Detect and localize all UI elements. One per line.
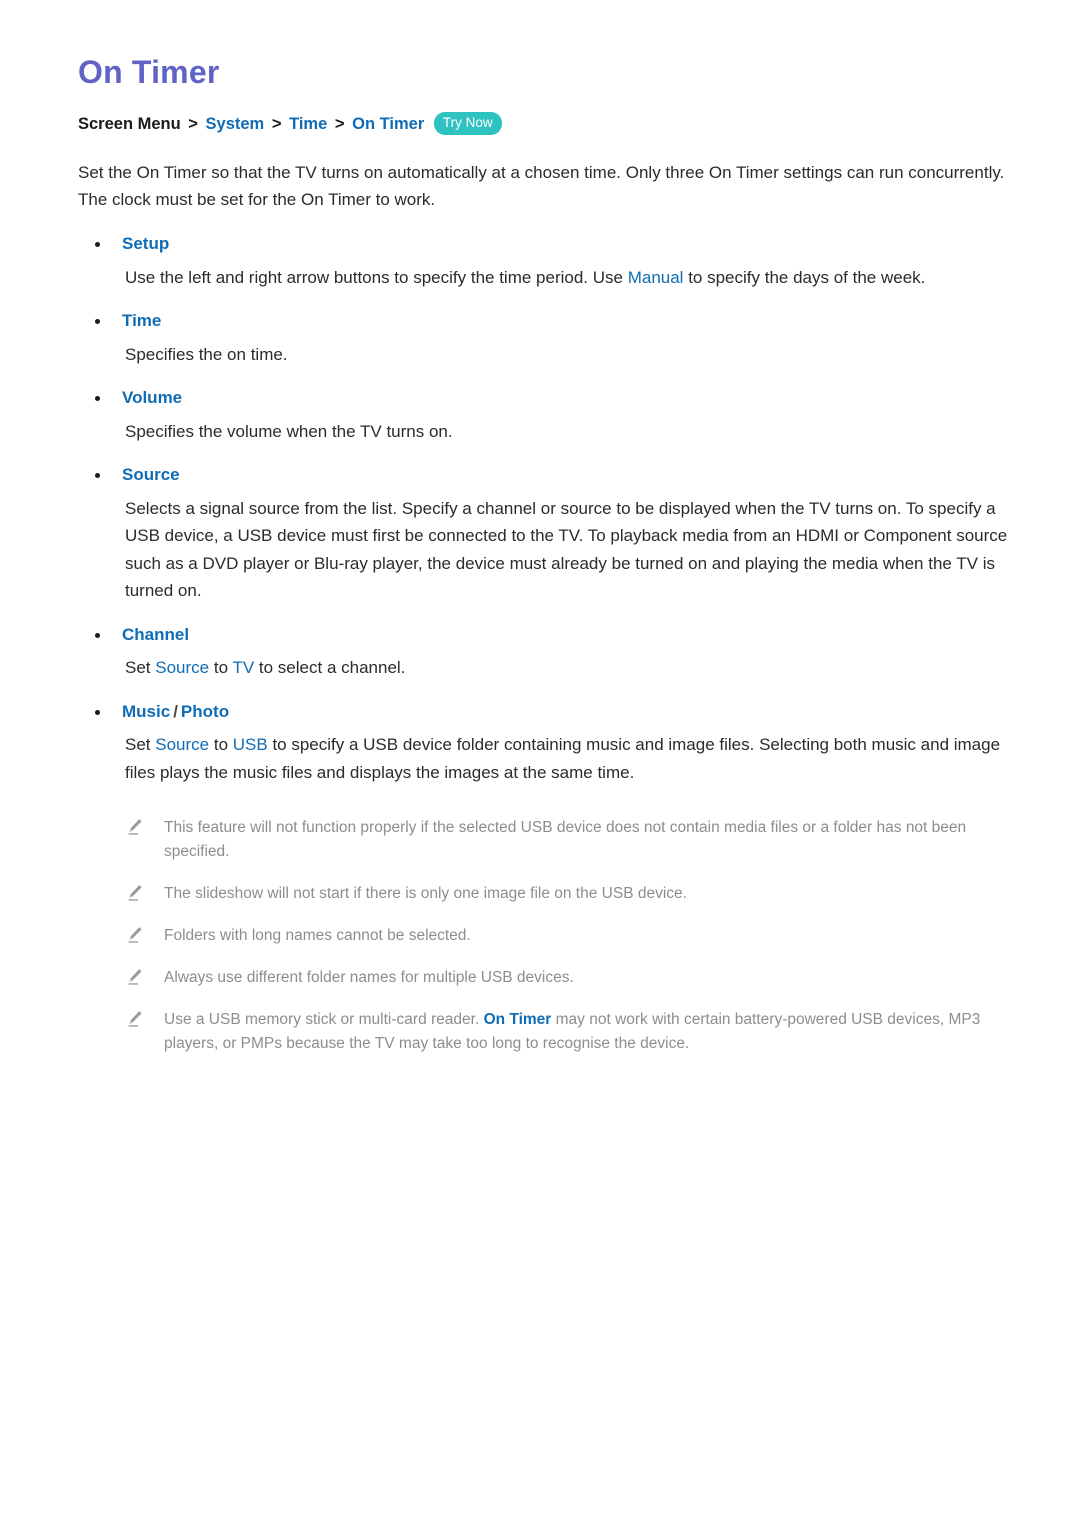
bullet-dot-icon <box>95 632 100 638</box>
body-text: Set <box>125 735 156 755</box>
breadcrumb-separator: > <box>188 115 198 134</box>
body-text: Set <box>125 658 156 678</box>
body-text: to <box>209 735 233 755</box>
section-heading-label: Time <box>122 311 162 331</box>
note-text: The slideshow will not start if there is… <box>164 885 687 903</box>
section-heading-label-photo: Photo <box>180 701 230 721</box>
section-body-channel: Set Source to TV to select a channel. <box>78 654 1008 682</box>
section-heading-label: Source <box>122 465 180 485</box>
bullet-dot-icon <box>95 396 100 402</box>
breadcrumb-root: Screen Menu <box>78 115 181 134</box>
pencil-icon <box>128 927 142 943</box>
breadcrumb-separator: > <box>271 115 282 134</box>
try-now-badge[interactable]: Try Now <box>433 112 502 135</box>
note-text: Folders with long names cannot be select… <box>164 927 471 945</box>
section-heading-label: Setup <box>122 234 170 253</box>
note-item: Always use different folder names for mu… <box>120 966 1008 990</box>
notes-list: This feature will not function properly … <box>78 816 1008 1056</box>
section-heading-music-photo: Music / Photo <box>78 699 1008 725</box>
section-heading-time: Time <box>78 308 1008 334</box>
pencil-icon <box>128 969 142 985</box>
section-heading-volume: Volume <box>78 385 1008 411</box>
section-music-photo: Music / Photo Set Source to USB to specify… <box>78 699 1008 787</box>
keyword-on-timer[interactable]: On Timer <box>484 1011 552 1028</box>
section-channel: Channel Set Source to TV to select a cha… <box>78 622 1008 682</box>
keyword-usb[interactable]: USB <box>233 735 268 754</box>
section-body-setup: Use the left and right arrow buttons to … <box>78 264 1008 292</box>
bullet-dot-icon <box>95 709 100 715</box>
section-body-source: Selects a signal source from the list. S… <box>125 498 1008 601</box>
body-text: Use the left and right arrow buttons to … <box>125 267 628 287</box>
section-body-volume: Specifies the volume when the TV turns o… <box>125 421 453 441</box>
breadcrumb-item-on-timer[interactable]: On Timer <box>352 115 424 133</box>
keyword-tv[interactable]: TV <box>232 658 254 677</box>
section-heading-label: Channel <box>122 624 190 644</box>
section-heading-channel: Channel <box>78 622 1008 648</box>
section-body-music-photo: Set Source to USB to specify a USB devic… <box>78 731 1008 786</box>
pencil-icon <box>128 1011 142 1027</box>
note-item: Folders with long names cannot be select… <box>120 924 1008 948</box>
section-source: Source Selects a signal source from the … <box>78 462 1008 605</box>
section-body-time: Specifies the on time. <box>125 344 288 364</box>
breadcrumb: Screen Menu > System > Time > On Timer T… <box>78 112 1008 137</box>
keyword-manual[interactable]: Manual <box>628 268 684 287</box>
section-setup: Setup Use the left and right arrow butto… <box>78 231 1008 291</box>
note-text: Always use different folder names for mu… <box>164 969 574 987</box>
intro-paragraph: Set the On Timer so that the TV turns on… <box>78 162 1005 210</box>
document-page: On Timer Screen Menu > System > Time > O… <box>0 0 1080 1527</box>
section-heading-label: Volume <box>122 388 183 408</box>
note-item: Use a USB memory stick or multi-card rea… <box>120 1008 1008 1056</box>
section-heading-label-music: Music <box>122 701 171 721</box>
note-item: This feature will not function properly … <box>120 816 1008 864</box>
body-text: to <box>209 658 233 678</box>
breadcrumb-item-system[interactable]: System <box>206 115 265 133</box>
note-text: This feature will not function properly … <box>164 819 967 861</box>
breadcrumb-separator: > <box>334 115 345 134</box>
body-text: to select a channel. <box>254 658 406 678</box>
section-volume: Volume Specifies the volume when the TV … <box>78 385 1008 445</box>
breadcrumb-item-time[interactable]: Time <box>289 115 327 133</box>
note-item: The slideshow will not start if there is… <box>120 882 1008 906</box>
section-heading-setup: Setup <box>78 231 1008 257</box>
bullet-dot-icon <box>95 319 100 325</box>
section-heading-source: Source <box>78 462 1008 488</box>
bullet-dot-icon <box>95 242 100 247</box>
note-text: Use a USB memory stick or multi-card rea… <box>164 1011 484 1029</box>
body-text: to specify the days of the week. <box>683 267 926 287</box>
bullet-dot-icon <box>95 473 100 479</box>
keyword-source[interactable]: Source <box>155 658 209 677</box>
pencil-icon <box>128 819 142 835</box>
page-title: On Timer <box>78 54 220 90</box>
keyword-source[interactable]: Source <box>155 735 209 754</box>
pencil-icon <box>128 885 142 901</box>
section-time: Time Specifies the on time. <box>78 308 1008 368</box>
heading-slash-separator: / <box>173 701 178 721</box>
